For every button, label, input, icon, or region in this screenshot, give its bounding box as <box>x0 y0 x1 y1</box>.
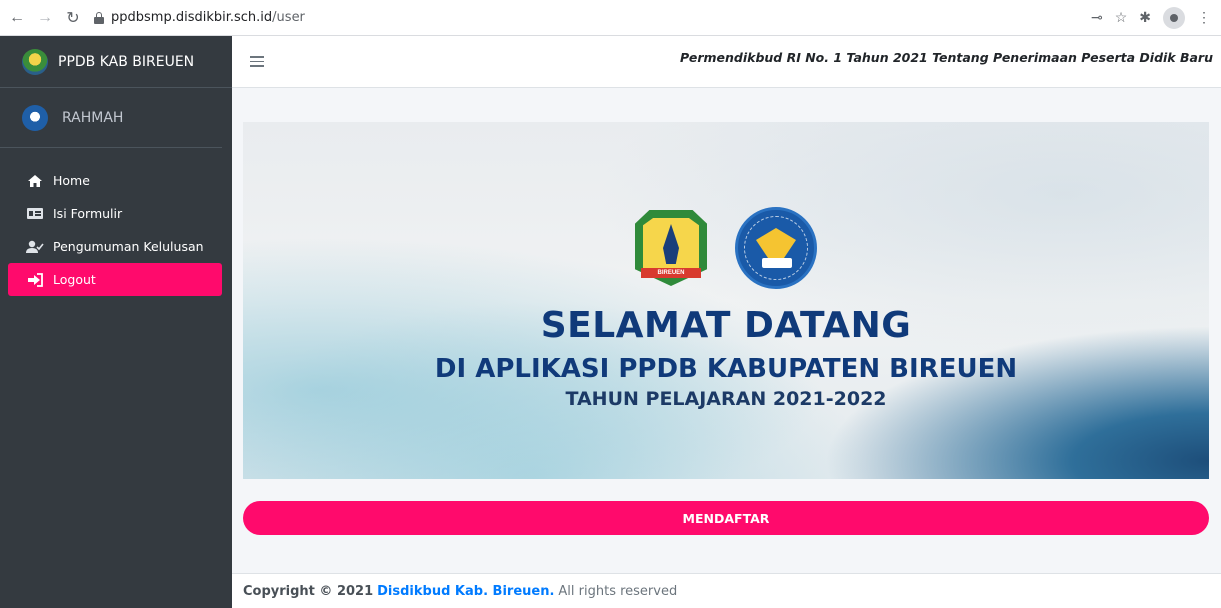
sign-out-icon <box>26 272 44 287</box>
brand-text: PPDB KAB BIREUEN <box>58 53 195 70</box>
profile-icon[interactable] <box>1163 6 1185 29</box>
url-host: ppdbsmp.disdikbir.sch.id <box>111 10 273 25</box>
bireuen-logo: BIREUEN <box>635 210 707 286</box>
brand-logo <box>22 48 48 75</box>
banner-title: SELAMAT DATANG <box>540 305 912 346</box>
star-icon[interactable]: ☆ <box>1115 9 1128 26</box>
home-icon <box>26 174 44 188</box>
top-navbar: Permendikbud RI No. 1 Tahun 2021 Tentang… <box>232 36 1221 88</box>
footer: Copyright © 2021 Disdikbud Kab. Bireuen.… <box>232 573 1221 608</box>
back-icon[interactable]: ← <box>6 7 28 29</box>
logo-group: BIREUEN <box>243 207 1209 289</box>
sidebar-item-label: Home <box>53 173 90 188</box>
sidebar-menu: Home Isi Formulir Pengumuman Kelulusan L… <box>0 148 232 296</box>
menu-dots-icon[interactable]: ⋮ <box>1197 9 1211 26</box>
copyright-text: Copyright © 2021 <box>243 583 374 599</box>
lock-icon <box>94 11 104 24</box>
sidebar-item-label: Isi Formulir <box>53 206 123 221</box>
user-panel[interactable]: RAHMAH <box>0 88 222 148</box>
register-button[interactable]: MENDAFTAR <box>243 501 1209 535</box>
banner-subtitle: DI APLIKASI PPDB KABUPATEN BIREUEN <box>434 354 1018 384</box>
forward-icon[interactable]: → <box>34 7 56 29</box>
form-icon <box>26 207 44 221</box>
url-text[interactable]: ppdbsmp.disdikbir.sch.id/user <box>111 10 305 25</box>
welcome-banner: BIREUEN SELAMAT DATANG DI APLIKASI PPDB … <box>243 122 1209 479</box>
address-bar[interactable]: ppdbsmp.disdikbir.sch.id/user <box>94 4 305 32</box>
main-content: BIREUEN SELAMAT DATANG DI APLIKASI PPDB … <box>232 88 1221 573</box>
footer-link[interactable]: Disdikbud Kab. Bireuen. <box>377 584 554 599</box>
key-icon[interactable]: ⊸ <box>1091 9 1103 26</box>
sidebar-item-logout[interactable]: Logout <box>8 263 222 296</box>
extensions-icon[interactable]: ✱ <box>1139 9 1151 26</box>
browser-toolbar: ← → ↻ ppdbsmp.disdikbir.sch.id/user ⊸ ☆ … <box>0 0 1221 36</box>
hamburger-menu-icon[interactable] <box>250 56 264 67</box>
rights-text: All rights reserved <box>558 583 678 599</box>
avatar <box>22 104 48 131</box>
logo-ribbon-text: BIREUEN <box>657 270 685 276</box>
sidebar-item-pengumuman-kelulusan[interactable]: Pengumuman Kelulusan <box>8 230 222 263</box>
sidebar-item-isi-formulir[interactable]: Isi Formulir <box>8 197 222 230</box>
user-check-icon <box>26 240 44 254</box>
user-name: RAHMAH <box>62 109 124 126</box>
regulation-notice: Permendikbud RI No. 1 Tahun 2021 Tentang… <box>680 50 1213 65</box>
url-path: /user <box>272 10 305 25</box>
brand-link[interactable]: PPDB KAB BIREUEN <box>0 36 232 88</box>
sidebar-item-home[interactable]: Home <box>8 164 222 197</box>
sidebar-item-label: Logout <box>53 272 96 287</box>
reload-icon[interactable]: ↻ <box>62 7 84 29</box>
sidebar: PPDB KAB BIREUEN RAHMAH Home Isi Formuli… <box>0 36 232 608</box>
banner-year: TAHUN PELAJARAN 2021-2022 <box>565 388 887 410</box>
tut-wuri-handayani-logo <box>735 207 817 289</box>
sidebar-item-label: Pengumuman Kelulusan <box>53 239 204 254</box>
